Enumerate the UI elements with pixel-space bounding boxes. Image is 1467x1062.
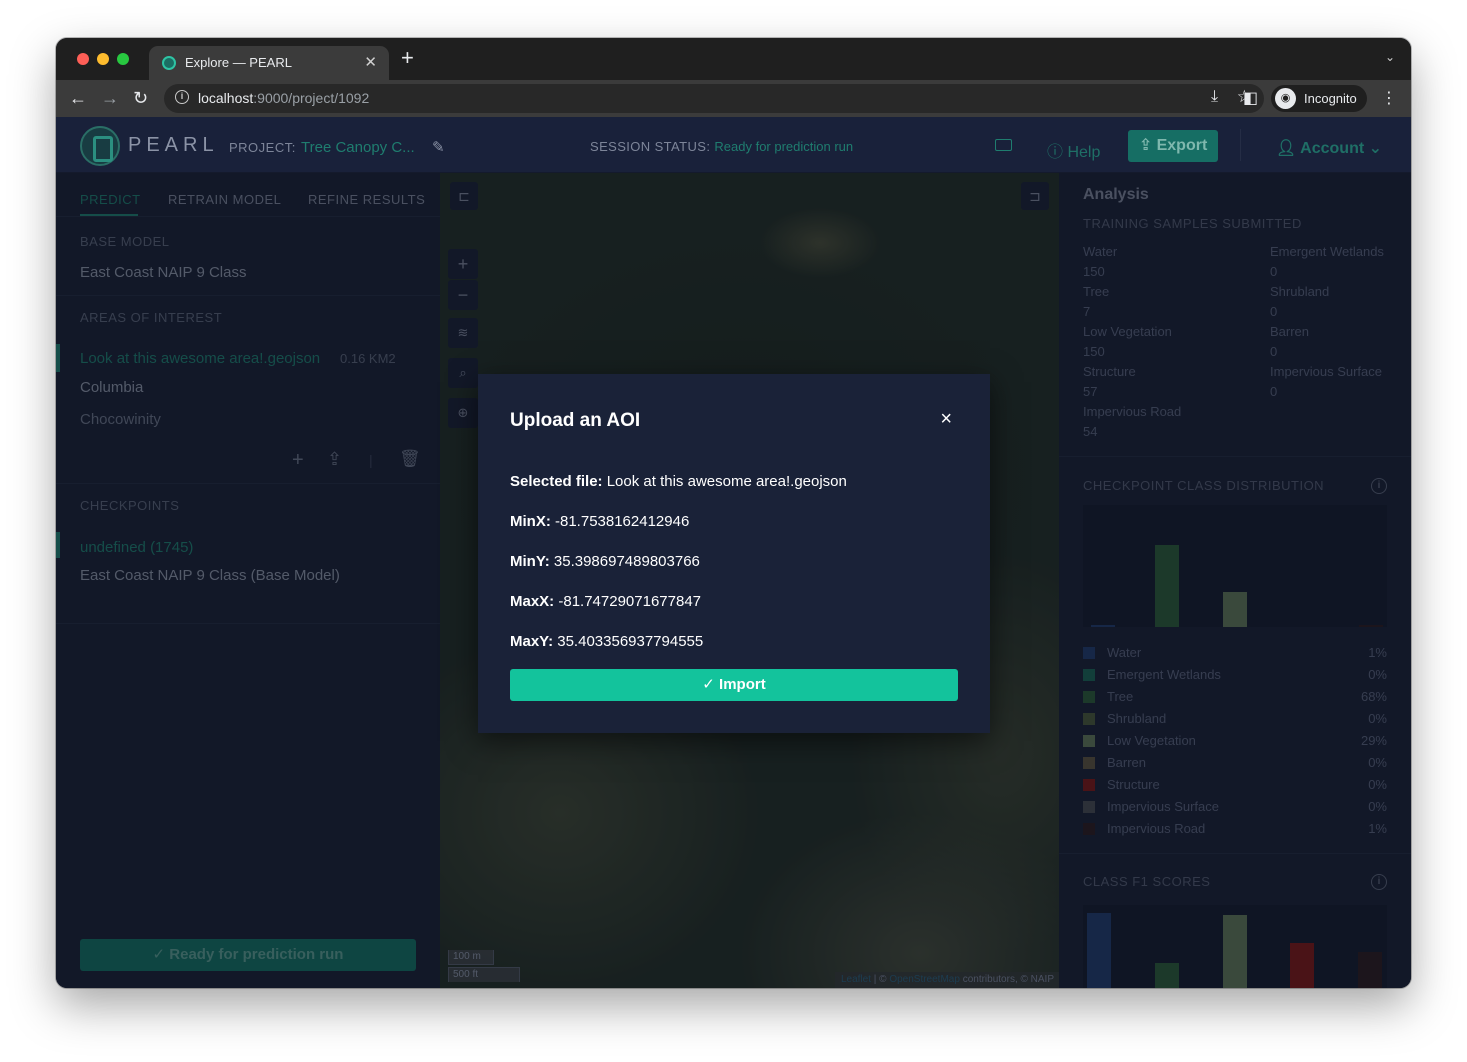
- tab-search-chevron-icon[interactable]: ⌄: [1385, 50, 1395, 64]
- export-label: Export: [1156, 137, 1208, 154]
- miny-row: MinY: 35.398697489803766: [510, 553, 700, 570]
- project-name[interactable]: Tree Canopy C...: [301, 139, 415, 156]
- account-label: Account: [1300, 140, 1365, 157]
- keyboard-icon[interactable]: [995, 139, 1012, 151]
- pearl-logo-icon: [80, 126, 120, 166]
- app-header: PEARL PROJECT: Tree Canopy C... ✎ SESSIO…: [56, 117, 1411, 173]
- project-label: PROJECT:: [229, 140, 296, 155]
- download-icon[interactable]: ⤓: [1211, 88, 1218, 106]
- import-label: Import: [719, 676, 766, 693]
- back-arrow-icon[interactable]: ←: [69, 87, 87, 109]
- session-status-value: Ready for prediction run: [714, 139, 854, 154]
- modal-title: Upload an AOI: [510, 410, 641, 431]
- session-status: SESSION STATUS: Ready for prediction run: [590, 139, 854, 154]
- upload-aoi-modal: Upload an AOI × Selected file: Look at t…: [478, 374, 990, 733]
- url-text: localhost:9000/project/1092: [198, 90, 370, 106]
- tab-strip: Explore — PEARL ✕ + ⌄: [56, 38, 1411, 80]
- address-bar[interactable]: i localhost:9000/project/1092 ☆: [164, 84, 1264, 113]
- browser-window: Explore — PEARL ✕ + ⌄ ← → ↻ i localhost:…: [56, 38, 1411, 988]
- account-button[interactable]: 👤︎ Account ⌄: [1276, 138, 1382, 158]
- selected-file-row: Selected file: Look at this awesome area…: [510, 473, 847, 490]
- maxx-row: MaxX: -81.74729071677847: [510, 593, 701, 610]
- export-icon: ⇪: [1138, 137, 1153, 154]
- pearl-favicon-icon: [162, 56, 176, 70]
- side-panel-icon[interactable]: ◧: [1243, 88, 1258, 108]
- browser-toolbar: ← → ↻ i localhost:9000/project/1092 ☆ ⤓ …: [56, 80, 1411, 117]
- forward-arrow-icon[interactable]: →: [101, 87, 119, 109]
- incognito-label: Incognito: [1304, 91, 1357, 106]
- close-icon[interactable]: ×: [940, 408, 952, 431]
- help-label: Help: [1067, 144, 1101, 161]
- check-icon: ✓: [702, 676, 715, 693]
- tab-title: Explore — PEARL: [185, 55, 292, 70]
- incognito-badge[interactable]: ◉ Incognito: [1271, 85, 1367, 112]
- import-button[interactable]: ✓ Import: [510, 669, 958, 701]
- minimize-window-button[interactable]: [97, 53, 109, 65]
- header-divider: [1240, 129, 1241, 161]
- close-window-button[interactable]: [77, 53, 89, 65]
- browser-menu-icon[interactable]: ⋮: [1381, 88, 1397, 108]
- site-info-icon[interactable]: i: [175, 90, 189, 104]
- tab-close-icon[interactable]: ✕: [364, 53, 377, 71]
- maximize-window-button[interactable]: [117, 53, 129, 65]
- browser-tab[interactable]: Explore — PEARL ✕: [149, 46, 389, 80]
- user-icon: 👤︎: [1276, 140, 1297, 157]
- pearl-app: PEARL PROJECT: Tree Canopy C... ✎ SESSIO…: [56, 117, 1411, 988]
- export-button[interactable]: ⇪ Export: [1128, 130, 1218, 162]
- help-button[interactable]: ⓘ Help: [1047, 138, 1100, 162]
- edit-pencil-icon[interactable]: ✎: [432, 138, 445, 156]
- incognito-icon: ◉: [1275, 88, 1296, 109]
- new-tab-button[interactable]: +: [401, 47, 414, 69]
- chevron-down-icon: ⌄: [1368, 140, 1383, 157]
- minx-row: MinX: -81.7538162412946: [510, 513, 690, 530]
- maxy-row: MaxY: 35.403356937794555: [510, 633, 704, 650]
- logo-text: PEARL: [128, 134, 219, 156]
- reload-icon[interactable]: ↻: [133, 87, 148, 109]
